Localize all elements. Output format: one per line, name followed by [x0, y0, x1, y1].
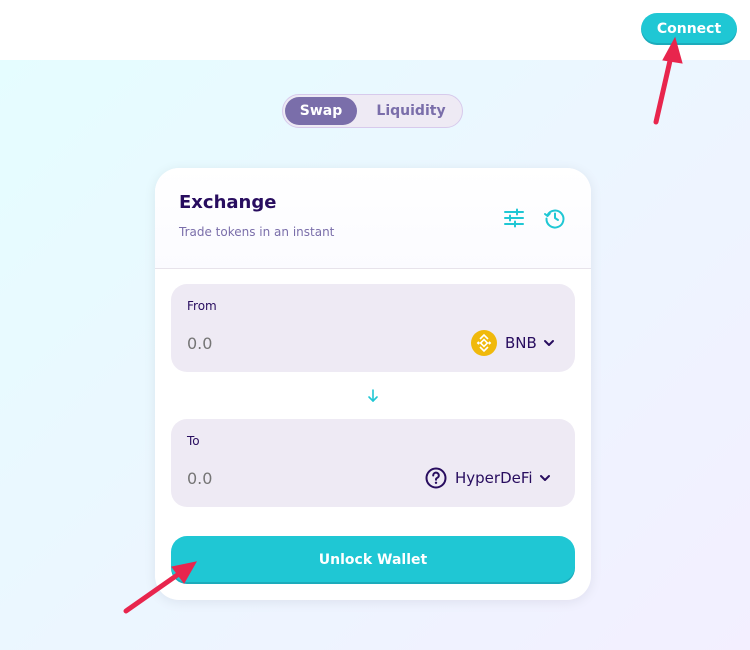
- from-panel: From BNB: [171, 284, 575, 372]
- bnb-coin-icon: [471, 330, 497, 356]
- from-token-label: BNB: [505, 334, 537, 352]
- tab-liquidity[interactable]: Liquidity: [363, 97, 459, 125]
- to-panel: To HyperDeFi: [171, 419, 575, 507]
- tab-swap[interactable]: Swap: [285, 97, 357, 125]
- to-label: To: [187, 434, 200, 448]
- exchange-subtitle: Trade tokens in an instant: [179, 225, 335, 239]
- exchange-card: Exchange Trade tokens in an instant From: [155, 168, 591, 600]
- history-clock-icon[interactable]: [543, 206, 567, 230]
- arrow-down-icon[interactable]: [364, 387, 382, 405]
- chevron-down-icon: [539, 475, 550, 481]
- to-token-select[interactable]: HyperDeFi: [425, 464, 551, 492]
- question-circle-icon: [425, 467, 447, 489]
- exchange-title: Exchange: [179, 192, 277, 213]
- connect-button[interactable]: Connect: [641, 13, 737, 45]
- from-label: From: [187, 299, 217, 313]
- swap-liquidity-tabs: Swap Liquidity: [282, 94, 463, 128]
- unlock-wallet-button[interactable]: Unlock Wallet: [171, 536, 575, 584]
- chevron-down-icon: [543, 340, 554, 346]
- exchange-header: Exchange Trade tokens in an instant: [155, 168, 591, 269]
- to-token-label: HyperDeFi: [455, 469, 533, 487]
- to-amount-input[interactable]: [187, 469, 337, 488]
- from-token-select[interactable]: BNB: [471, 329, 555, 357]
- from-amount-input[interactable]: [187, 334, 337, 353]
- settings-sliders-icon[interactable]: [502, 206, 526, 230]
- top-bar: Connect: [0, 0, 750, 60]
